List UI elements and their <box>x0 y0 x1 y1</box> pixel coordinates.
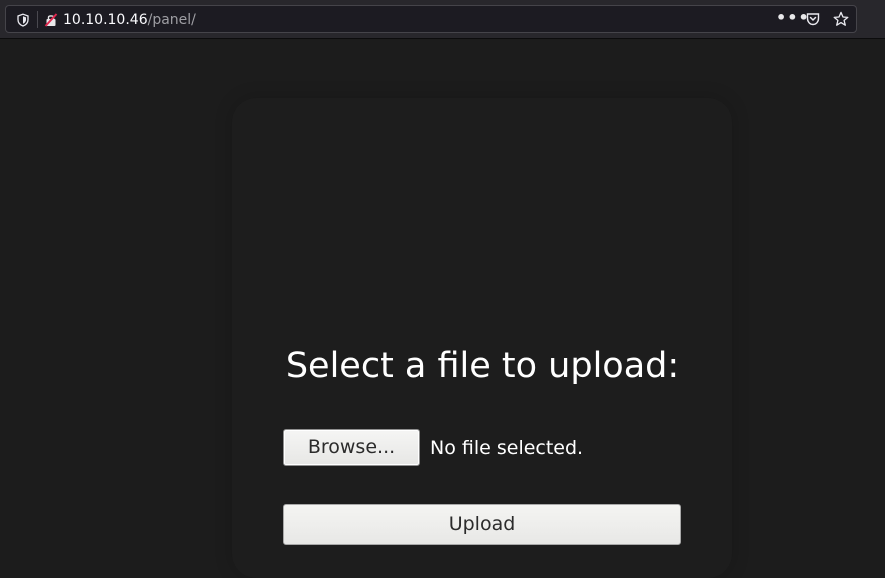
address-bar[interactable]: 10.10.10.46/panel/ ••• <box>5 5 857 33</box>
urlbar-separator <box>37 11 38 28</box>
browse-button[interactable]: Browse... <box>283 429 420 466</box>
url-display[interactable]: 10.10.10.46/panel/ <box>63 11 196 29</box>
url-path: /panel/ <box>147 12 196 28</box>
file-status-label: No file selected. <box>430 436 584 459</box>
pocket-icon[interactable] <box>804 11 822 29</box>
upload-heading: Select a file to upload: <box>285 346 680 386</box>
page-actions: ••• <box>776 10 850 30</box>
more-options-icon[interactable]: ••• <box>776 10 809 29</box>
bookmark-star-icon[interactable] <box>832 11 850 29</box>
upload-button[interactable]: Upload <box>283 504 681 545</box>
file-input: Browse... No file selected. <box>283 429 583 466</box>
browser-toolbar: 10.10.10.46/panel/ ••• <box>0 0 885 39</box>
shield-icon[interactable] <box>16 12 30 27</box>
url-host: 10.10.10.46 <box>63 12 148 28</box>
page-content: Select a file to upload: Browse... No fi… <box>0 40 885 578</box>
insecure-lock-icon[interactable] <box>44 12 58 27</box>
